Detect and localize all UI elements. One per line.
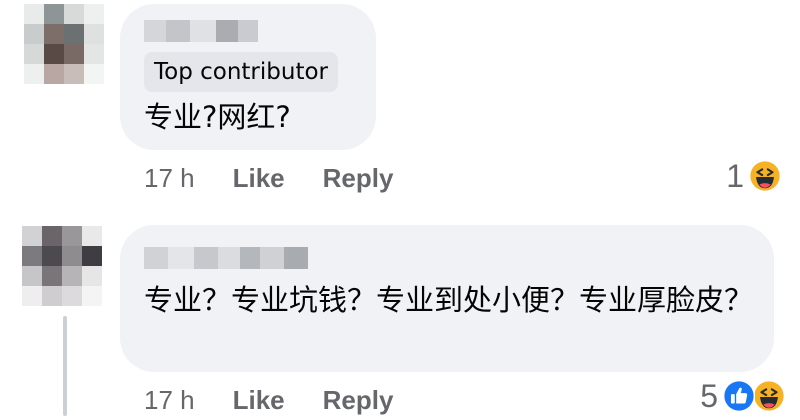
- timestamp[interactable]: 17 h: [144, 385, 195, 416]
- comment-bubble: Top contributor 专业?网红?: [120, 4, 376, 150]
- comment-actions: 17 h Like Reply: [144, 380, 393, 420]
- comment-text: 专业?网红?: [144, 100, 291, 134]
- top-contributor-badge: Top contributor: [144, 52, 339, 92]
- comment-actions: 17 h Like Reply: [144, 158, 393, 198]
- reaction-count: 1: [726, 157, 744, 194]
- avatar[interactable]: [22, 226, 102, 306]
- reply-button[interactable]: Reply: [323, 385, 394, 416]
- reply-thread-line: [63, 316, 67, 416]
- timestamp[interactable]: 17 h: [144, 163, 195, 194]
- reaction-summary[interactable]: 5: [700, 376, 786, 416]
- reply-button[interactable]: Reply: [323, 163, 394, 194]
- comment-text: 专业？专业坑钱？专业到处小便？专业厚脸皮？: [144, 283, 754, 317]
- reaction-count: 5: [700, 377, 718, 414]
- like-button[interactable]: Like: [233, 385, 285, 416]
- commenter-name-blurred[interactable]: [144, 247, 308, 269]
- reaction-summary[interactable]: 1: [726, 156, 782, 196]
- haha-icon: [748, 159, 782, 193]
- avatar[interactable]: [24, 4, 104, 84]
- commenter-name-blurred[interactable]: [144, 20, 258, 42]
- haha-icon: [752, 379, 786, 413]
- comment-bubble: 专业？专业坑钱？专业到处小便？专业厚脸皮？: [120, 225, 774, 372]
- like-button[interactable]: Like: [233, 163, 285, 194]
- like-icon: [722, 379, 756, 413]
